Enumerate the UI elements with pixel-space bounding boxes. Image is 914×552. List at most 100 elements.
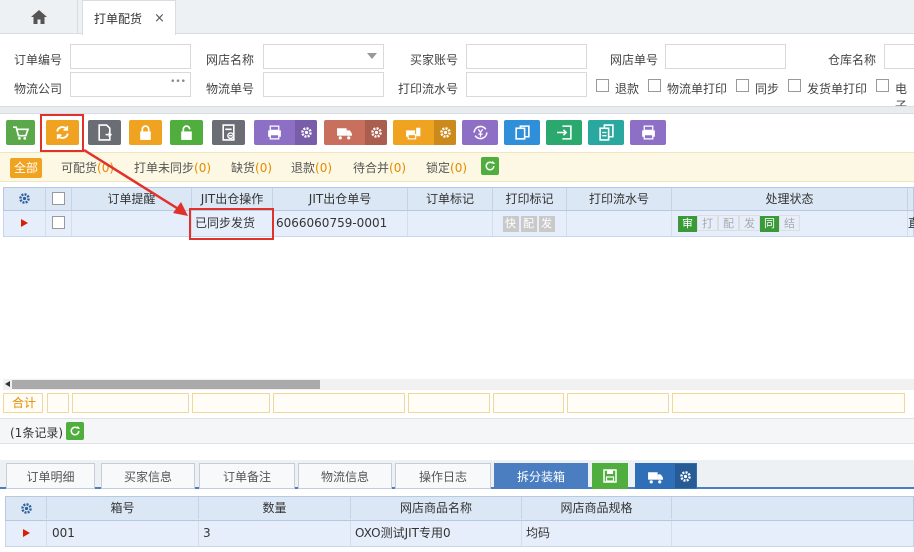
record-count: (1条记录) xyxy=(10,426,63,440)
refund-checkbox[interactable] xyxy=(596,79,609,92)
shop-name-select[interactable] xyxy=(263,44,384,69)
sync-checkbox[interactable] xyxy=(736,79,749,92)
currency-refresh-icon xyxy=(472,125,488,140)
save-button[interactable] xyxy=(592,463,628,489)
copy-button[interactable] xyxy=(504,120,540,145)
col-quantity[interactable]: 数量 xyxy=(199,497,351,519)
logistics-no-input[interactable] xyxy=(263,72,384,97)
col-box-no[interactable]: 箱号 xyxy=(47,497,199,519)
gear-icon[interactable] xyxy=(365,120,387,145)
col-product-spec[interactable]: 网店商品规格 xyxy=(522,497,672,519)
lock-button[interactable] xyxy=(129,120,162,145)
currency-refresh-button[interactable] xyxy=(462,120,498,145)
summary-cell xyxy=(192,393,270,413)
truck-print-button[interactable] xyxy=(324,120,387,145)
duplicate-button[interactable] xyxy=(588,120,624,145)
filter-label: 可配货 xyxy=(61,161,98,175)
summary-cell xyxy=(567,393,669,413)
box-table-row[interactable]: 001 3 OXO测试JIT专用0 均码 xyxy=(5,521,914,547)
tab-split-boxing[interactable]: 拆分装箱 xyxy=(494,463,588,489)
filter-locked[interactable]: 锁定(0) xyxy=(426,158,467,178)
close-icon[interactable]: × xyxy=(154,11,165,26)
filter-out-of-stock[interactable]: 缺货(0) xyxy=(231,158,272,178)
tab-logistics-info[interactable]: 物流信息 xyxy=(298,463,392,489)
summary-cell xyxy=(493,393,564,413)
home-tab[interactable] xyxy=(0,0,78,34)
gear-icon[interactable] xyxy=(434,120,456,145)
import-button[interactable] xyxy=(546,120,582,145)
quantity-cell: 3 xyxy=(199,521,351,546)
print-button[interactable] xyxy=(254,120,317,145)
logistics-company-label: 物流公司 xyxy=(14,82,63,96)
scroll-left-icon[interactable] xyxy=(5,381,10,387)
filter-unsynced[interactable]: 打单未同步(0) xyxy=(134,158,211,178)
order-no-input[interactable] xyxy=(70,44,191,69)
col-order-mark[interactable]: 订单标记 xyxy=(408,188,493,210)
filter-all[interactable]: 全部 xyxy=(10,158,43,178)
pager-refresh-button[interactable] xyxy=(66,422,84,440)
filter-count: (0) xyxy=(97,161,115,175)
tab-operation-log[interactable]: 操作日志 xyxy=(395,463,491,489)
filter-pending-merge[interactable]: 待合并(0) xyxy=(353,158,406,178)
warehouse-select[interactable] xyxy=(884,44,914,69)
gear-icon[interactable] xyxy=(295,120,317,145)
filter-allocatable[interactable]: 可配货(0) xyxy=(61,158,114,178)
scroll-thumb[interactable] xyxy=(12,380,320,389)
electronic-checkbox[interactable] xyxy=(876,79,889,92)
ellipsis-icon[interactable]: ••• xyxy=(170,77,186,87)
splitter[interactable] xyxy=(0,106,914,114)
export-doc-button[interactable] xyxy=(88,120,121,145)
refresh-icon xyxy=(485,160,496,171)
select-all-checkbox[interactable] xyxy=(52,192,65,205)
tab-order-detail[interactable]: 订单明细 xyxy=(6,463,95,489)
col-print-mark[interactable]: 打印标记 xyxy=(493,188,567,210)
row-indicator xyxy=(6,521,47,546)
doc-remove-button[interactable] xyxy=(212,120,245,145)
print-invoice-button[interactable] xyxy=(393,120,456,145)
summary-row: 合计 xyxy=(3,393,914,413)
summary-cell xyxy=(672,393,905,413)
chevron-down-icon xyxy=(367,53,377,59)
tab-order-remark[interactable]: 订单备注 xyxy=(199,463,295,489)
print-alt-icon xyxy=(641,125,655,140)
tab-buyer-info[interactable]: 买家信息 xyxy=(101,463,195,489)
filter-count: (0) xyxy=(389,161,407,175)
box-column-settings[interactable] xyxy=(6,497,47,519)
gear-icon[interactable] xyxy=(674,464,696,488)
print-serial-input[interactable] xyxy=(466,72,587,97)
unlock-icon xyxy=(181,125,192,140)
horizontal-scrollbar[interactable] xyxy=(3,379,914,390)
filter-label: 锁定 xyxy=(426,161,451,175)
col-process-status[interactable]: 处理状态 xyxy=(672,188,908,210)
col-product-name[interactable]: 网店商品名称 xyxy=(351,497,522,519)
tab-pick-pack[interactable]: 打单配货 × xyxy=(82,0,176,35)
col-jit-no[interactable]: JIT出仓单号 xyxy=(273,188,408,210)
shop-order-label: 网店单号 xyxy=(610,53,659,67)
highlight-box-sync xyxy=(40,114,84,152)
logistics-company-input[interactable]: ••• xyxy=(70,72,191,97)
sync-checkbox-label: 同步 xyxy=(755,82,780,96)
filter-count: (0) xyxy=(315,161,333,175)
shop-order-input[interactable] xyxy=(665,44,786,69)
box-print-button[interactable] xyxy=(635,463,697,489)
invoice-printed-checkbox[interactable] xyxy=(788,79,801,92)
filter-refund[interactable]: 退款(0) xyxy=(291,158,332,178)
col-jit-operation[interactable]: JIT出仓操作 xyxy=(192,188,273,210)
col-order-reminder[interactable]: 订单提醒 xyxy=(72,188,192,210)
column-settings[interactable] xyxy=(4,188,46,210)
select-all-cell xyxy=(46,188,72,210)
row-checkbox[interactable] xyxy=(52,216,65,229)
unlock-button[interactable] xyxy=(170,120,203,145)
refresh-button[interactable] xyxy=(481,157,499,175)
buyer-account-input[interactable] xyxy=(466,44,587,69)
logistics-printed-checkbox[interactable] xyxy=(648,79,661,92)
truncated-cell: 直 xyxy=(908,211,914,236)
print-alt-button[interactable] xyxy=(630,120,666,145)
invoice-printed-label: 发货单打印 xyxy=(807,82,868,96)
cart-button[interactable] xyxy=(6,120,35,145)
duplicate-icon xyxy=(598,124,614,141)
col-print-serial[interactable]: 打印流水号 xyxy=(567,188,672,210)
table-row[interactable]: 已同步发货 6066060759-0001 快配发 审打配发同结 直 xyxy=(3,211,914,237)
status-print: 打 xyxy=(697,215,718,231)
product-spec-cell: 均码 xyxy=(522,521,672,546)
